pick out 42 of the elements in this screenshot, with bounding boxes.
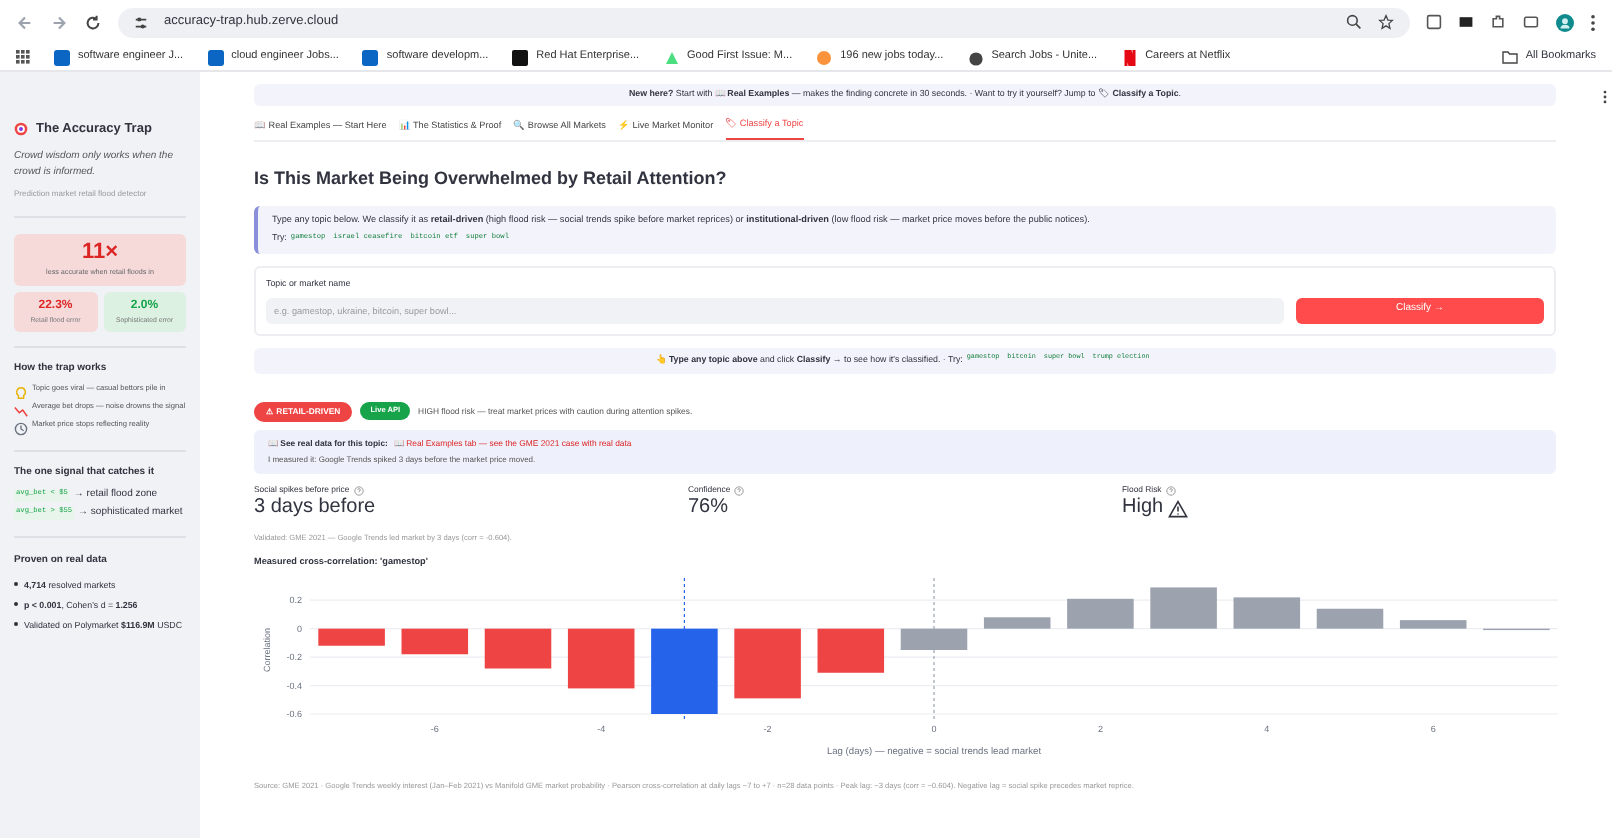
correlation-bar	[983, 617, 1051, 629]
more-options-icon[interactable]	[1602, 90, 1608, 104]
bookmark-favicon-icon	[663, 49, 680, 65]
page-heading: Is This Market Being Overwhelmed by Retail Attention?	[254, 165, 729, 192]
bookmark-favicon-icon	[1121, 49, 1138, 65]
correlation-bar	[1233, 597, 1301, 629]
folder-icon	[1501, 50, 1518, 64]
lightbulb-icon	[14, 385, 28, 400]
bookmark-favicon-icon	[816, 49, 833, 65]
metric-value: 3 days before	[254, 498, 376, 519]
profile-avatar-icon[interactable]	[1556, 13, 1574, 31]
site-settings-icon[interactable]	[134, 15, 148, 29]
correlation-bar	[1150, 587, 1217, 629]
clock-icon	[14, 421, 28, 436]
trend-down-icon	[14, 403, 28, 418]
correlation-bar	[734, 628, 801, 699]
zoom-icon[interactable]	[1346, 14, 1362, 30]
target-logo-icon	[14, 122, 28, 137]
correlation-bar	[567, 628, 635, 689]
correlation-bar	[817, 628, 885, 673]
metric-value: High	[1122, 498, 1164, 519]
correlation-bar	[401, 628, 469, 655]
correlation-bar	[484, 628, 552, 669]
tab-search-icon[interactable]	[1522, 14, 1540, 30]
bookmark-favicon-icon	[54, 49, 70, 65]
correlation-bar	[1399, 620, 1467, 629]
bookmark-favicon-icon	[362, 49, 379, 65]
bookmark-favicon-icon	[967, 49, 984, 65]
apps-grid-icon[interactable]	[16, 50, 30, 64]
bookmark-favicon-icon	[512, 49, 529, 65]
warning-icon	[1167, 499, 1188, 518]
reload-icon[interactable]	[84, 13, 102, 31]
menu-icon[interactable]	[1590, 13, 1596, 31]
correlation-bar	[651, 628, 718, 714]
correlation-bar	[1316, 608, 1384, 629]
correlation-bar	[900, 628, 968, 650]
bookmark-favicon-icon	[207, 49, 224, 65]
hero-stat-value: 11×	[81, 241, 119, 264]
metric-value: 76%	[688, 498, 729, 519]
puzzle-icon[interactable]	[1490, 14, 1506, 30]
correlation-bar	[1067, 598, 1134, 629]
star-icon[interactable]	[1378, 14, 1394, 30]
